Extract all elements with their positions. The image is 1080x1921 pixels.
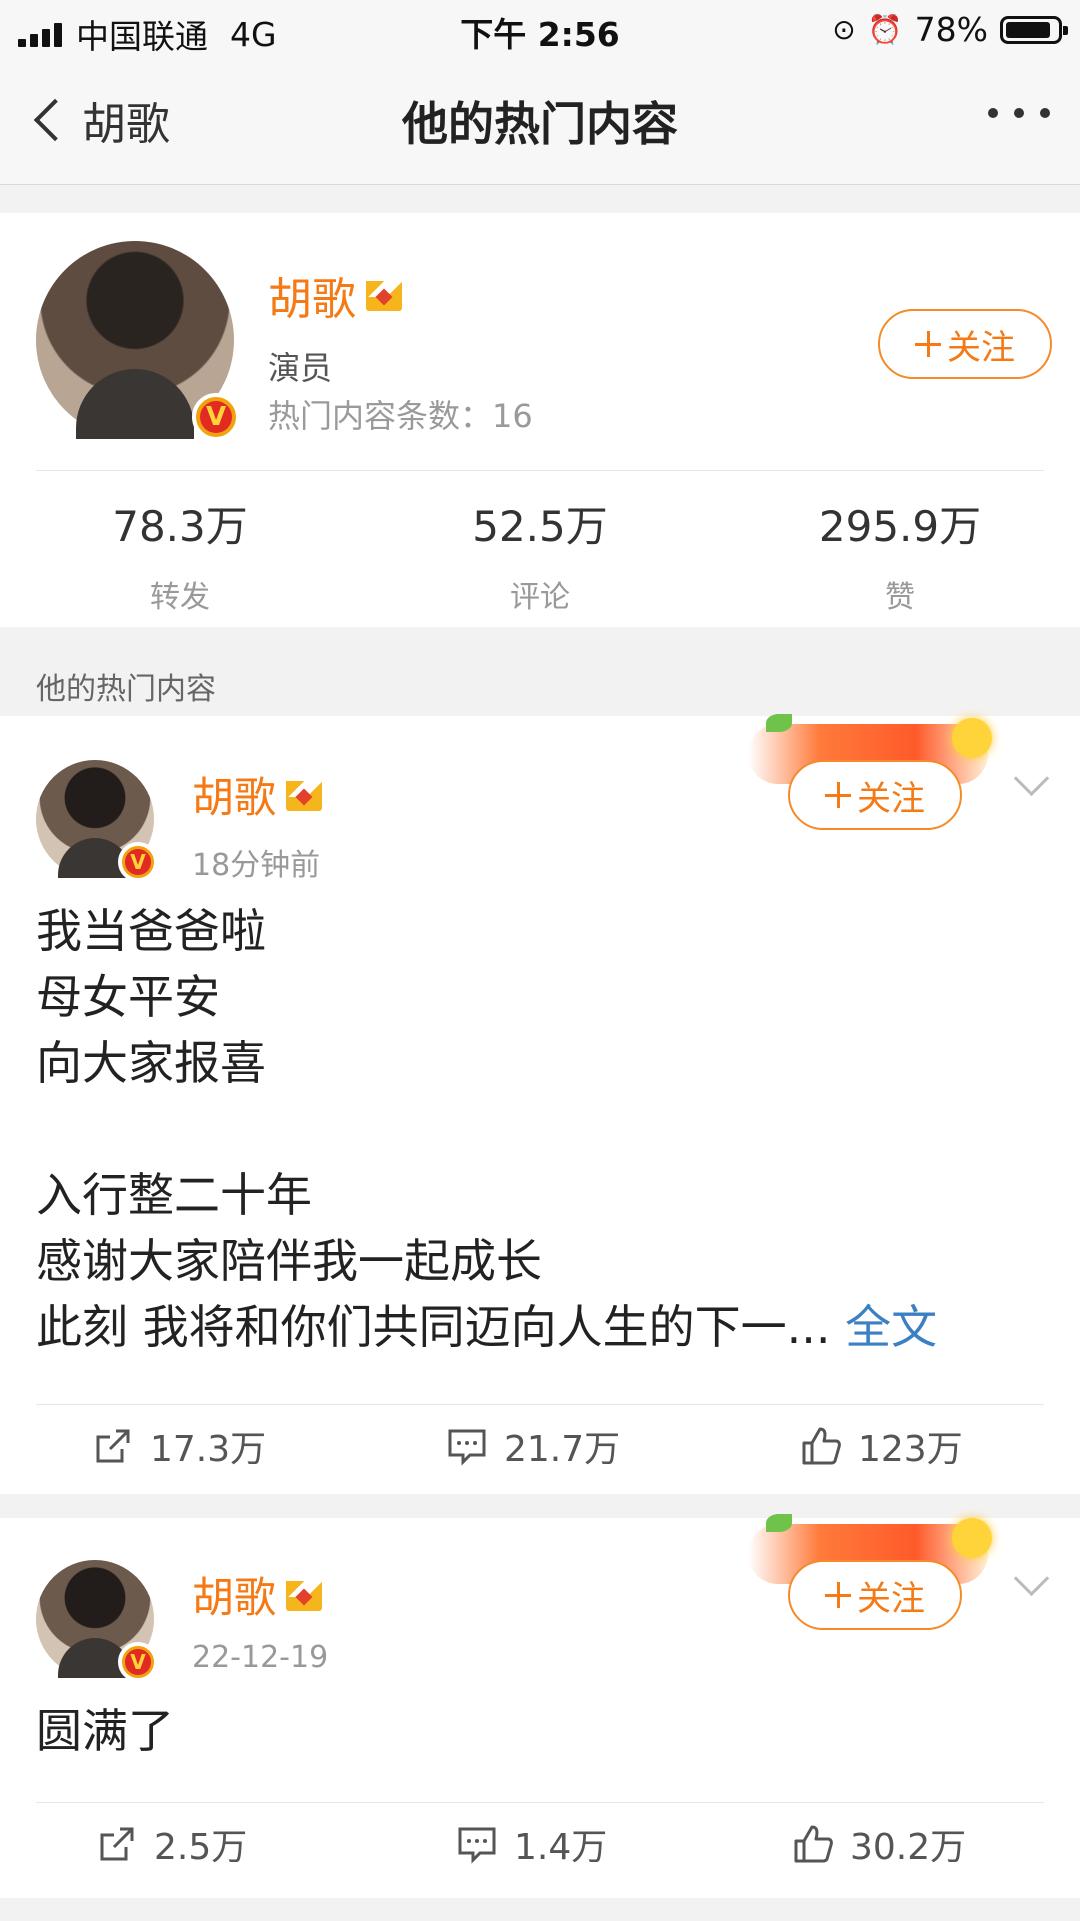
follow-label: 关注 — [857, 778, 925, 819]
plus-icon — [915, 331, 941, 357]
hot-count: 热门内容条数：16 — [268, 391, 533, 437]
follow-button[interactable]: 关注 — [878, 309, 1052, 379]
comment-icon — [458, 1827, 496, 1864]
comment-button[interactable]: 21.7万 — [446, 1420, 620, 1472]
read-more-link[interactable]: 全文 — [845, 1300, 937, 1354]
stat-value: 52.5万 — [472, 502, 608, 551]
post-avatar[interactable]: V — [36, 1560, 158, 1682]
post-author-name: 胡歌 — [192, 773, 277, 822]
dropdown-chevron-icon[interactable] — [1013, 1560, 1050, 1597]
post-line: 我当爸爸啦 — [36, 904, 266, 958]
post-line: 向大家报喜 — [36, 1036, 266, 1090]
crown-icon — [364, 277, 404, 313]
plus-icon — [825, 782, 851, 808]
like-button[interactable]: 123万 — [800, 1420, 963, 1472]
post-avatar[interactable]: V — [36, 760, 158, 882]
like-count: 30.2万 — [850, 1827, 967, 1868]
stat-value: 78.3万 — [112, 502, 248, 551]
battery-icon — [1000, 15, 1068, 44]
verified-v-icon: V — [192, 393, 240, 441]
stat-reposts[interactable]: 78.3万 转发 — [0, 493, 360, 616]
like-icon — [794, 1825, 833, 1863]
post-content[interactable]: 圆满了 — [36, 1698, 1044, 1764]
repost-count: 17.3万 — [150, 1429, 267, 1470]
divider — [36, 470, 1044, 471]
profile-title: 演员 — [268, 349, 333, 387]
post-time: 22-12-19 — [192, 1640, 329, 1675]
follow-label: 关注 — [857, 1578, 925, 1619]
comment-icon — [448, 1429, 486, 1466]
alarm-icon: ⏰ — [867, 13, 903, 46]
hot-count-label: 热门内容条数： — [268, 397, 493, 435]
rotation-lock-icon: ⊙ — [832, 13, 856, 46]
dropdown-chevron-icon[interactable] — [1013, 760, 1050, 797]
comment-button[interactable]: 1.4万 — [456, 1818, 607, 1870]
post-author[interactable]: 胡歌 — [192, 764, 324, 825]
repost-button[interactable]: 2.5万 — [96, 1818, 247, 1870]
plus-icon — [825, 1582, 851, 1608]
crown-icon — [284, 1577, 324, 1613]
verified-v-icon: V — [118, 842, 158, 882]
post-line: 入行整二十年 — [36, 1168, 312, 1222]
repost-count: 2.5万 — [154, 1827, 248, 1868]
more-dots-icon[interactable] — [988, 108, 1050, 118]
stat-value: 295.9万 — [818, 502, 982, 551]
stat-label: 赞 — [885, 580, 915, 615]
comment-count: 1.4万 — [514, 1827, 608, 1868]
stat-label: 转发 — [150, 580, 210, 615]
like-button[interactable]: 30.2万 — [792, 1818, 966, 1870]
post-line-text: 此刻 我将和你们共同迈向人生的下一... — [36, 1300, 831, 1354]
follow-button[interactable]: 关注 — [788, 760, 962, 830]
repost-icon — [100, 1827, 134, 1861]
post-line: 此刻 我将和你们共同迈向人生的下一... 全文 — [36, 1294, 1044, 1360]
stat-comments[interactable]: 52.5万 评论 — [360, 493, 720, 616]
divider — [36, 1802, 1044, 1803]
post-line: 感谢大家陪伴我一起成长 — [36, 1234, 542, 1288]
comment-count: 21.7万 — [504, 1429, 621, 1470]
hot-count-value: 16 — [492, 397, 533, 435]
post-time: 18分钟前 — [192, 848, 321, 883]
follow-label: 关注 — [947, 327, 1015, 368]
like-count: 123万 — [858, 1429, 963, 1470]
like-icon — [802, 1427, 841, 1465]
follow-button[interactable]: 关注 — [788, 1560, 962, 1630]
battery-percent: 78% — [914, 10, 988, 49]
post-author-name: 胡歌 — [192, 1573, 277, 1622]
profile-avatar[interactable]: V — [36, 241, 240, 441]
stat-likes[interactable]: 295.9万 赞 — [720, 493, 1080, 616]
follow-decoration: 关注 — [748, 714, 992, 848]
repost-icon — [96, 1429, 130, 1463]
stat-label: 评论 — [510, 580, 570, 615]
post-author[interactable]: 胡歌 — [192, 1564, 324, 1625]
post-line: 母女平安 — [36, 970, 220, 1024]
profile-name[interactable]: 胡歌 — [268, 263, 404, 327]
nav-bar: 胡歌 他的热门内容 — [0, 58, 1080, 185]
post-line — [36, 1096, 1044, 1162]
section-label: 他的热门内容 — [36, 672, 216, 707]
profile-name-text: 胡歌 — [268, 274, 356, 325]
divider — [36, 1404, 1044, 1405]
profile-card: V 胡歌 演员 热门内容条数：16 关注 78.3万 转发 52.5万 评论 2… — [0, 213, 1080, 627]
crown-icon — [284, 777, 324, 813]
verified-v-icon: V — [118, 1642, 158, 1682]
page-title: 他的热门内容 — [402, 97, 678, 151]
repost-button[interactable]: 17.3万 — [92, 1420, 266, 1472]
post-card[interactable]: V 胡歌 22-12-19 关注 圆满了 2.5万 1.4万 30.2万 — [0, 1514, 1080, 1898]
status-right: ⊙ ⏰ 78% — [832, 10, 1068, 49]
post-card[interactable]: V 胡歌 18分钟前 关注 我当爸爸啦 母女平安 向大家报喜 入行整二十年 感谢… — [0, 714, 1080, 1494]
status-bar: 中国联通 4G 下午 2:56 ⊙ ⏰ 78% — [0, 0, 1080, 58]
post-line: 圆满了 — [36, 1704, 174, 1758]
post-content[interactable]: 我当爸爸啦 母女平安 向大家报喜 入行整二十年 感谢大家陪伴我一起成长 此刻 我… — [36, 898, 1044, 1360]
follow-decoration: 关注 — [748, 1514, 992, 1648]
